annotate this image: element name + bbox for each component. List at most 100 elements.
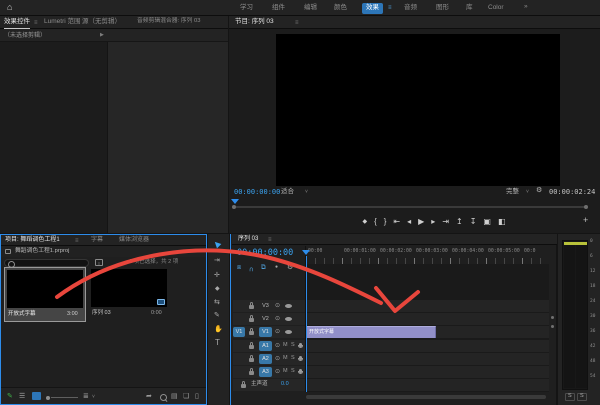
tab-program-sequence03[interactable]: 节目: 序列 03	[235, 19, 274, 26]
new-item-icon[interactable]: ❏	[183, 393, 189, 400]
razor-tool[interactable]: ◆	[215, 286, 220, 292]
type-tool[interactable]: T	[215, 339, 220, 347]
track-target-v2[interactable]: V2	[259, 314, 272, 324]
pen-tool[interactable]: ✎	[214, 312, 220, 319]
vertical-scrollbar-dot-top[interactable]	[551, 316, 554, 319]
tab-project[interactable]: 项目: 舞蹈调色工程1	[5, 237, 60, 243]
lock-icon[interactable]	[249, 305, 254, 309]
quality-dropdown-caret-icon[interactable]: ˅	[526, 190, 529, 195]
solo-left-button[interactable]: S	[565, 393, 575, 401]
source-patch-v1[interactable]: V1	[233, 327, 245, 337]
track-select-forward-tool[interactable]: ⇥	[214, 257, 220, 264]
sync-lock-icon[interactable]: ⊙	[275, 303, 280, 309]
panel-menu-icon[interactable]: ≡	[295, 20, 299, 26]
workspace-tab-assembly[interactable]: 组件	[272, 5, 285, 12]
nest-toggle-icon[interactable]: ⧈	[237, 265, 241, 272]
panel-menu-icon[interactable]: ≡	[268, 237, 272, 243]
mute-button[interactable]: M	[283, 369, 288, 375]
workspace-tab-libraries[interactable]: 库	[466, 5, 473, 12]
selection-tool[interactable]: ▶	[212, 239, 222, 249]
slip-tool[interactable]: ⇆	[214, 299, 220, 306]
track-content-v3[interactable]	[306, 300, 549, 312]
lock-icon[interactable]	[249, 331, 254, 335]
list-view-icon[interactable]: ☰	[19, 393, 25, 400]
sync-lock-icon[interactable]: ⊙	[275, 356, 280, 362]
step-forward-icon[interactable]: ▸	[431, 217, 435, 226]
program-quality-dropdown[interactable]: 完整	[506, 189, 519, 196]
horizontal-scrollbar[interactable]	[306, 395, 546, 399]
solo-button[interactable]: S	[291, 369, 295, 375]
icon-view-icon[interactable]	[32, 392, 41, 400]
tab-source-monitor[interactable]: 源（无剪辑）	[82, 19, 121, 26]
timeline-ruler[interactable]: 00:00 00:00:01:00 00:00:02:00 00:00:03:0…	[306, 246, 549, 264]
track-content-v2[interactable]	[306, 313, 549, 325]
track-content-a3[interactable]	[306, 366, 549, 378]
sort-icon[interactable]: ≣	[83, 393, 89, 400]
workspace-overflow-icon[interactable]: »	[524, 4, 528, 11]
timeline-clip-open-captions[interactable]: 开放式字幕	[306, 326, 436, 338]
voiceover-record-mic-icon[interactable]	[299, 343, 302, 347]
tab-lumetri-scopes[interactable]: Lumetri 范围	[44, 19, 80, 26]
button-editor-plus-icon[interactable]: +	[583, 216, 588, 225]
track-target-a3[interactable]: A3	[259, 367, 272, 377]
fit-dropdown-caret-icon[interactable]: ˅	[305, 190, 308, 195]
workspace-tab-color-custom[interactable]: Color	[488, 5, 504, 12]
panel-menu-icon[interactable]: ≡	[34, 20, 38, 26]
play-button-icon[interactable]: ▶	[418, 217, 424, 226]
sort-caret-icon[interactable]: ˅	[92, 395, 95, 400]
timeline-playhead-line[interactable]	[306, 256, 307, 392]
export-frame-icon[interactable]: ▣	[483, 217, 491, 226]
go-to-out-icon[interactable]: ⇥	[442, 217, 449, 226]
scrubber-right-handle[interactable]	[584, 205, 588, 209]
tab-audio-clip-mixer[interactable]: 音频剪辑混合器: 序列 03	[137, 19, 200, 25]
new-bin-icon[interactable]: ▤	[171, 393, 178, 400]
workspace-tab-graphics[interactable]: 图形	[436, 5, 449, 12]
track-target-a2[interactable]: A2	[259, 354, 272, 364]
program-settings-wrench-icon[interactable]: ⚙	[536, 187, 542, 194]
track-visibility-eye-icon[interactable]	[285, 304, 292, 308]
lock-icon[interactable]	[249, 358, 254, 362]
snap-toggle-icon[interactable]: ∪	[249, 265, 254, 272]
track-visibility-eye-icon[interactable]	[285, 317, 292, 321]
solo-button[interactable]: S	[291, 343, 295, 349]
voiceover-record-mic-icon[interactable]	[299, 356, 302, 360]
workspace-tab-editing[interactable]: 编辑	[304, 5, 317, 12]
workspace-menu-icon[interactable]: ≡	[388, 5, 392, 11]
step-back-icon[interactable]: ◂	[407, 217, 411, 226]
add-marker-icon[interactable]: ●	[275, 265, 278, 270]
mute-button[interactable]: M	[283, 356, 288, 362]
track-target-v1[interactable]: V1	[259, 327, 272, 337]
track-content-a2[interactable]	[306, 353, 549, 365]
track-target-v3[interactable]: V3	[259, 301, 272, 311]
automate-to-sequence-icon[interactable]: ➦	[146, 393, 152, 400]
project-item-open-captions[interactable]: 开放式字幕 3:00	[4, 267, 86, 322]
clear-trash-icon[interactable]: ▯	[195, 393, 199, 400]
comparison-view-icon[interactable]: ◧	[498, 217, 506, 226]
program-current-timecode[interactable]: 00:00:00:00	[234, 189, 280, 196]
find-icon[interactable]	[160, 394, 167, 401]
extract-icon[interactable]: ↧	[470, 217, 477, 226]
tab-effect-controls[interactable]: 效果控件	[4, 19, 30, 29]
workspace-tab-learn[interactable]: 学习	[240, 5, 253, 12]
ripple-edit-tool[interactable]: ✛	[214, 272, 220, 279]
timeline-playhead-head-icon[interactable]	[302, 250, 310, 255]
mark-out-icon[interactable]: }	[384, 217, 387, 226]
linked-selection-toggle-icon[interactable]: ⧉	[261, 265, 266, 272]
tab-media-browser[interactable]: 媒体浏览器	[119, 237, 149, 243]
master-gain-value[interactable]: 0.0	[281, 382, 289, 388]
lift-icon[interactable]: ↥	[456, 217, 463, 226]
solo-button[interactable]: S	[291, 356, 295, 362]
workspace-tab-audio[interactable]: 音频	[404, 5, 417, 12]
program-scrubber-track[interactable]	[235, 206, 587, 208]
add-marker-icon[interactable]: ◆	[362, 218, 367, 225]
home-icon[interactable]: ⌂	[7, 3, 12, 12]
go-to-in-icon[interactable]: ⇤	[393, 217, 400, 226]
mute-button[interactable]: M	[283, 343, 288, 349]
sync-lock-icon[interactable]: ⊙	[275, 343, 280, 349]
sync-lock-icon[interactable]: ⊙	[275, 329, 280, 335]
vertical-scrollbar-dot-bottom[interactable]	[551, 325, 554, 328]
lock-icon[interactable]	[249, 318, 254, 322]
timeline-settings-wrench-icon[interactable]: ⚙	[287, 264, 293, 271]
track-target-a1[interactable]: A1	[259, 341, 272, 351]
tab-captions[interactable]: 字幕	[91, 237, 103, 243]
